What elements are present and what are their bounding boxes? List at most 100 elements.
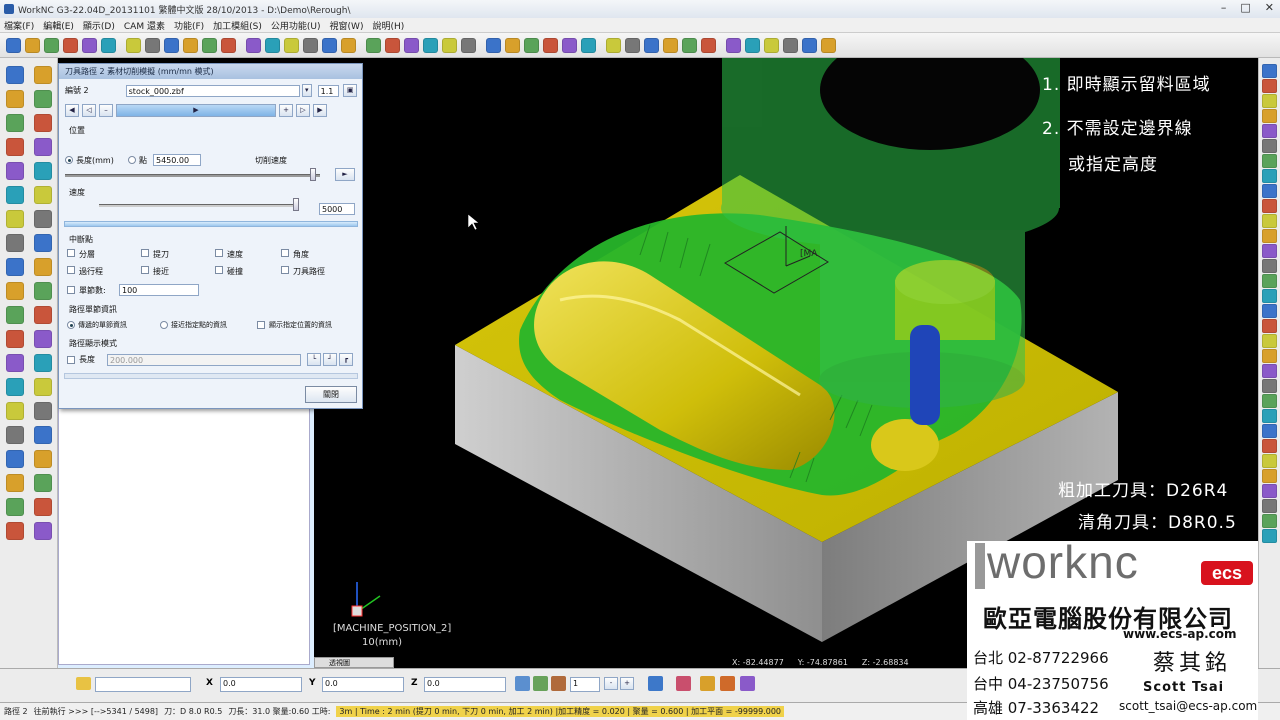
speed-slider[interactable]: [99, 204, 299, 207]
toolbar-tool-icon[interactable]: [265, 37, 280, 53]
right-tool-icon[interactable]: [1262, 334, 1277, 348]
length-check[interactable]: [67, 355, 75, 364]
pen-icon[interactable]: [76, 677, 91, 690]
rewind-icon[interactable]: ◀: [65, 104, 79, 117]
left-tool-icon[interactable]: [6, 330, 24, 348]
right-tool-icon[interactable]: [1262, 319, 1277, 333]
toolbar-tool-icon[interactable]: [581, 37, 596, 53]
toolbar-tool-icon[interactable]: [25, 37, 40, 53]
right-tool-icon[interactable]: [1262, 244, 1277, 258]
toolbar-tool-icon[interactable]: [442, 37, 457, 53]
view-icon-1[interactable]: [648, 676, 663, 691]
right-tool-icon[interactable]: [1262, 94, 1277, 108]
left-tool-icon[interactable]: [6, 498, 24, 516]
left-tool-icon[interactable]: [6, 426, 24, 444]
left-tool-icon[interactable]: [6, 474, 24, 492]
left-tool-icon[interactable]: [34, 330, 52, 348]
right-tool-icon[interactable]: [1262, 64, 1277, 78]
position-slider-thumb[interactable]: [310, 168, 316, 181]
right-tool-icon[interactable]: [1262, 424, 1277, 438]
check-approach[interactable]: [141, 266, 149, 274]
menu-display[interactable]: 顯示(D): [83, 19, 115, 32]
view-icon-3[interactable]: [700, 676, 715, 691]
toolbar-tool-icon[interactable]: [423, 37, 438, 53]
right-tool-icon[interactable]: [1262, 199, 1277, 213]
toolbar-tool-icon[interactable]: [322, 37, 337, 53]
play-button[interactable]: ▶: [116, 104, 276, 117]
left-tool-icon[interactable]: [34, 90, 52, 108]
point-input[interactable]: 5450.00: [153, 154, 201, 166]
dialog-scrollbar[interactable]: [64, 373, 358, 379]
left-tool-icon[interactable]: [6, 282, 24, 300]
display-mode-icon-1[interactable]: └: [307, 353, 321, 366]
left-tool-icon[interactable]: [6, 522, 24, 540]
left-tool-icon[interactable]: [34, 354, 52, 372]
left-tool-icon[interactable]: [6, 450, 24, 468]
menu-cam[interactable]: CAM 還素: [124, 19, 165, 32]
scale-select[interactable]: 1.1: [317, 84, 340, 97]
left-tool-icon[interactable]: [6, 90, 24, 108]
display-mode-icon-2[interactable]: ┘: [323, 353, 337, 366]
speed-slider-thumb[interactable]: [293, 198, 299, 211]
check-angle[interactable]: [281, 249, 289, 257]
info-radio-passed[interactable]: [67, 321, 75, 329]
toolbar-tool-icon[interactable]: [385, 37, 400, 53]
toolbar-tool-icon[interactable]: [303, 37, 318, 53]
toolbar-tool-icon[interactable]: [63, 37, 78, 53]
left-tool-icon[interactable]: [34, 402, 52, 420]
toolbar-tool-icon[interactable]: [44, 37, 59, 53]
menu-utilities[interactable]: 公用功能(U): [271, 19, 321, 32]
toolbar-tool-icon[interactable]: [562, 37, 577, 53]
toolbar-tool-icon[interactable]: [486, 37, 501, 53]
display-mode-icon-3[interactable]: ┏: [339, 353, 353, 366]
step-forward-icon[interactable]: ▷: [296, 104, 310, 117]
toolbar-tool-icon[interactable]: [543, 37, 558, 53]
increase-icon[interactable]: +: [620, 677, 634, 690]
left-tool-icon[interactable]: [34, 186, 52, 204]
toolbar-tool-icon[interactable]: [764, 37, 779, 53]
position-slider[interactable]: [65, 174, 320, 177]
toolbar-tool-icon[interactable]: [126, 37, 141, 53]
right-tool-icon[interactable]: [1262, 454, 1277, 468]
toolbar-tool-icon[interactable]: [821, 37, 836, 53]
plus-icon[interactable]: +: [279, 104, 293, 117]
toolbar-tool-icon[interactable]: [183, 37, 198, 53]
left-tool-icon[interactable]: [34, 234, 52, 252]
toolbar-tool-icon[interactable]: [505, 37, 520, 53]
view-icon-2[interactable]: [676, 676, 691, 691]
right-tool-icon[interactable]: [1262, 484, 1277, 498]
left-tool-icon[interactable]: [34, 258, 52, 276]
check-retract[interactable]: [141, 249, 149, 257]
toolbar-tool-icon[interactable]: [802, 37, 817, 53]
right-tool-icon[interactable]: [1262, 259, 1277, 273]
toolbar-tool-icon[interactable]: [404, 37, 419, 53]
end-icon[interactable]: ▶: [313, 104, 327, 117]
right-tool-icon[interactable]: [1262, 184, 1277, 198]
check-collision[interactable]: [215, 266, 223, 274]
left-tool-icon[interactable]: [34, 474, 52, 492]
check-toolpath[interactable]: [281, 266, 289, 274]
maximize-icon[interactable]: □: [1240, 1, 1250, 14]
right-tool-icon[interactable]: [1262, 289, 1277, 303]
left-tool-icon[interactable]: [34, 162, 52, 180]
close-icon[interactable]: ✕: [1265, 1, 1274, 14]
view-icon-5[interactable]: [740, 676, 755, 691]
speed-input[interactable]: 5000: [319, 203, 355, 215]
right-tool-icon[interactable]: [1262, 124, 1277, 138]
menu-functions[interactable]: 功能(F): [174, 19, 204, 32]
toolbar-tool-icon[interactable]: [701, 37, 716, 53]
left-tool-icon[interactable]: [34, 114, 52, 132]
count-select[interactable]: 1: [570, 677, 600, 692]
left-tool-icon[interactable]: [34, 522, 52, 540]
right-tool-icon[interactable]: [1262, 214, 1277, 228]
left-tool-icon[interactable]: [6, 258, 24, 276]
right-tool-icon[interactable]: [1262, 154, 1277, 168]
close-button[interactable]: 關閉: [305, 386, 357, 403]
minimize-icon[interactable]: –: [1221, 1, 1227, 14]
left-tool-icon[interactable]: [34, 378, 52, 396]
toolbar-tool-icon[interactable]: [284, 37, 299, 53]
left-tool-icon[interactable]: [6, 114, 24, 132]
stock-dropdown-icon[interactable]: ▾: [301, 84, 312, 97]
left-tool-icon[interactable]: [34, 138, 52, 156]
step-back-icon[interactable]: ◁: [82, 104, 96, 117]
